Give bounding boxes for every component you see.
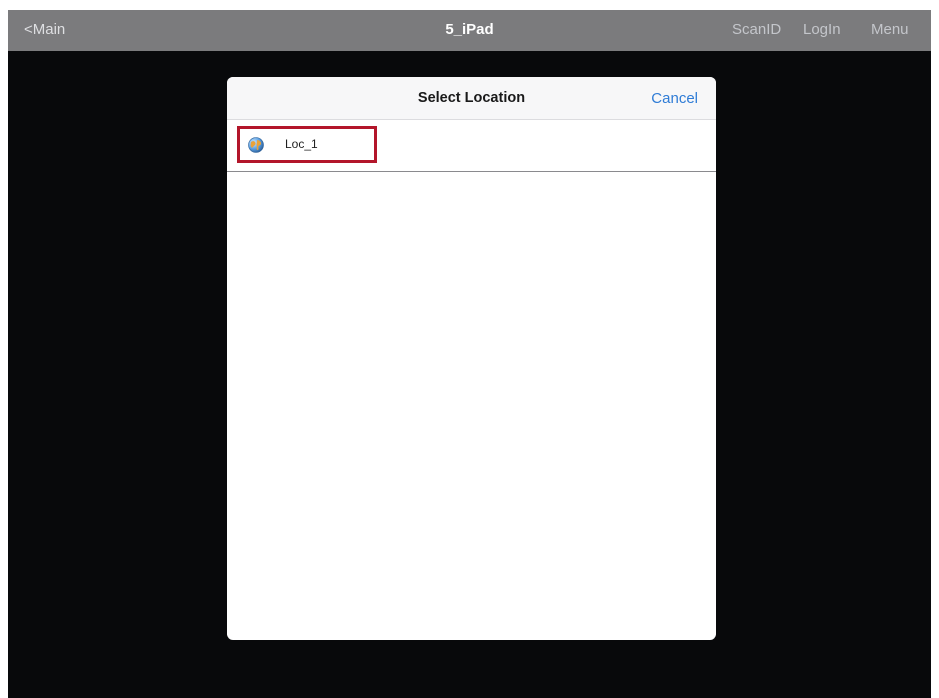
top-navigation-bar: <Main 5_iPad ScanID LogIn Menu bbox=[8, 10, 931, 51]
scanid-button[interactable]: ScanID bbox=[732, 21, 781, 38]
ipad-screen: <Main 5_iPad ScanID LogIn Menu Select Lo… bbox=[8, 10, 931, 698]
dialog-title: Select Location bbox=[417, 90, 526, 106]
highlight-annotation-box bbox=[237, 126, 377, 163]
cancel-button[interactable]: Cancel bbox=[651, 90, 698, 107]
select-location-dialog: Select Location Cancel Loc_1 bbox=[227, 77, 716, 640]
location-list-item[interactable]: Loc_1 bbox=[227, 120, 716, 172]
login-button[interactable]: LogIn bbox=[803, 21, 841, 38]
dialog-header: Select Location Cancel bbox=[227, 77, 716, 120]
page-title: 5_iPad bbox=[445, 21, 494, 38]
menu-button[interactable]: Menu bbox=[871, 21, 909, 38]
